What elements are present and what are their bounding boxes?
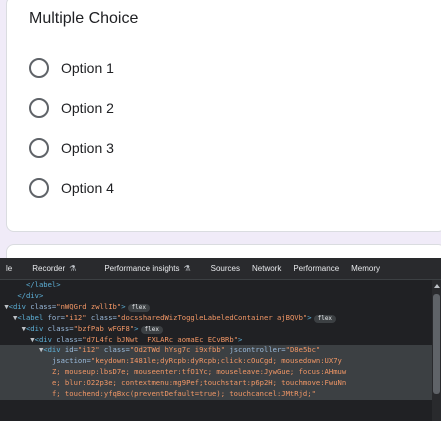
dom-attr-value: e; blur:O22p3e; contextmenu:mg9Pef;touch… bbox=[51, 378, 347, 388]
tab-label: Performance bbox=[293, 264, 340, 273]
dom-tag-open: <div bbox=[25, 323, 44, 333]
option-2[interactable]: Option 2 bbox=[29, 96, 114, 120]
tab-console-partial[interactable]: le bbox=[0, 258, 18, 279]
devtools-panel: le Recorder ⚗ Performance insights ⚗ Sourc… bbox=[0, 258, 441, 421]
dom-line[interactable]: Z; mouseup:lbsD7e; mouseenter:tfO1Yc; mo… bbox=[0, 367, 432, 379]
option-label: Option 4 bbox=[61, 180, 114, 196]
dom-attr-value: "d7L4fc bJNwt FXLARc aomaEc ECvBRb" bbox=[82, 334, 239, 344]
radio-button-icon[interactable] bbox=[29, 178, 49, 198]
option-label: Option 2 bbox=[61, 100, 114, 116]
dom-line[interactable]: f; touchend:yfqBxc(preventDefault=true);… bbox=[0, 389, 432, 400]
dom-attr-value: "D8e5bc" bbox=[285, 345, 321, 355]
dom-line[interactable]: e; blur:O22p3e; contextmenu:mg9Pef;touch… bbox=[0, 378, 432, 390]
option-4[interactable]: Option 4 bbox=[29, 176, 114, 200]
option-label: Option 3 bbox=[61, 140, 114, 156]
question-title: Multiple Choice bbox=[29, 10, 139, 27]
dom-tag-close: > bbox=[121, 301, 126, 311]
flex-badge[interactable]: flex bbox=[140, 325, 163, 334]
dom-line[interactable]: </label> bbox=[0, 280, 432, 291]
dom-attr-value: "i12" bbox=[64, 312, 87, 322]
dom-scrollbar[interactable] bbox=[432, 280, 441, 421]
scroll-thumb[interactable] bbox=[433, 294, 440, 394]
dom-line[interactable]: </div> bbox=[0, 291, 432, 302]
tab-label: Memory bbox=[351, 264, 381, 273]
tab-label: le bbox=[6, 264, 13, 273]
dom-tag-close: > bbox=[134, 323, 139, 333]
tab-network[interactable]: Network bbox=[246, 258, 287, 279]
dom-line[interactable]: ▼<div class="d7L4fc bJNwt FXLARc aomaEc … bbox=[0, 335, 432, 346]
tab-sources[interactable]: Sources bbox=[197, 258, 246, 279]
dom-attr-value: Z; mouseup:lbsD7e; mouseenter:tfO1Yc; mo… bbox=[51, 367, 347, 377]
dom-attr-name: jsaction= bbox=[51, 356, 91, 366]
dom-attr-name: class= bbox=[25, 301, 57, 311]
dom-tag-open: <div bbox=[8, 301, 26, 311]
dom-attr-name: class= bbox=[43, 323, 74, 333]
dom-attr-value: "bzfPab wFGF8" bbox=[73, 323, 135, 333]
dom-tag: </div> bbox=[17, 290, 44, 300]
dom-line[interactable]: ▼<label for="i12" class="docssharedWizTo… bbox=[0, 313, 432, 324]
dom-attr-name: class= bbox=[99, 345, 130, 355]
flex-badge[interactable]: flex bbox=[313, 314, 337, 323]
tab-recorder[interactable]: Recorder ⚗ bbox=[18, 258, 82, 279]
dom-line[interactable]: ▼<div id="i12" class="Od2TWd hYsg7c i9xf… bbox=[0, 345, 432, 357]
tab-label: Recorder bbox=[32, 264, 66, 273]
tab-performance[interactable]: Performance bbox=[287, 258, 345, 279]
option-3[interactable]: Option 3 bbox=[29, 136, 114, 160]
flex-badge[interactable]: flex bbox=[127, 303, 150, 312]
dom-attr-name: for= bbox=[43, 312, 65, 322]
flask-icon: ⚗ bbox=[183, 264, 191, 273]
radio-button-icon[interactable] bbox=[29, 98, 49, 118]
tab-memory[interactable]: Memory bbox=[345, 258, 386, 279]
dom-attr-name: class= bbox=[51, 334, 83, 344]
dom-attr-name: class= bbox=[86, 312, 117, 322]
dom-attr-value: "nWQGrd zwllIb" bbox=[56, 301, 122, 311]
form-area: Multiple Choice Option 1 Option 2 Option… bbox=[0, 0, 441, 274]
dom-tag-open: <label bbox=[17, 312, 44, 322]
scroll-up-arrow-icon[interactable] bbox=[434, 284, 440, 288]
dom-attr-value: "keydown:I481le;dyRcpb:dyRcpb;click:cOuC… bbox=[90, 356, 342, 366]
dom-attr-value: "Od2TWd hYsg7c i9xfbb" bbox=[129, 345, 226, 355]
tab-label: Performance insights bbox=[104, 264, 180, 273]
dom-tag-close: > bbox=[238, 334, 243, 344]
elements-dom-tree[interactable]: </label> </div> ▼<div class="nWQGrd zwll… bbox=[0, 280, 432, 421]
devtools-tab-bar: le Recorder ⚗ Performance insights ⚗ Sourc… bbox=[0, 258, 441, 280]
flask-icon: ⚗ bbox=[69, 264, 77, 273]
tab-label: Sources bbox=[210, 264, 240, 273]
dom-attr-name: id= bbox=[60, 345, 78, 355]
dom-line[interactable]: ▼<div class="nWQGrd zwllIb"> flex bbox=[0, 302, 432, 313]
option-label: Option 1 bbox=[61, 60, 114, 76]
dom-attr-name: jscontroller= bbox=[225, 345, 286, 355]
option-1[interactable]: Option 1 bbox=[29, 56, 114, 80]
dom-tag-open: <div bbox=[34, 334, 52, 344]
tab-performance-insights[interactable]: Performance insights ⚗ bbox=[82, 258, 196, 279]
dom-line[interactable]: ▼<div class="bzfPab wFGF8"> flex bbox=[0, 324, 432, 335]
radio-button-icon[interactable] bbox=[29, 138, 49, 158]
tab-label: Network bbox=[252, 264, 282, 273]
dom-attr-value: f; touchend:yfqBxc(preventDefault=true);… bbox=[51, 389, 316, 399]
radio-button-icon[interactable] bbox=[29, 58, 49, 78]
dom-attr-value: "docssharedWizToggleLabeledContainer ajB… bbox=[116, 312, 308, 322]
dom-line[interactable]: jsaction="keydown:I481le;dyRcpb:dyRcpb;c… bbox=[0, 356, 432, 368]
dom-tag-open: <div bbox=[43, 345, 61, 355]
dom-tag-close: > bbox=[307, 312, 312, 322]
dom-tag: </label> bbox=[25, 280, 61, 289]
dom-attr-value: "i12" bbox=[77, 345, 100, 355]
